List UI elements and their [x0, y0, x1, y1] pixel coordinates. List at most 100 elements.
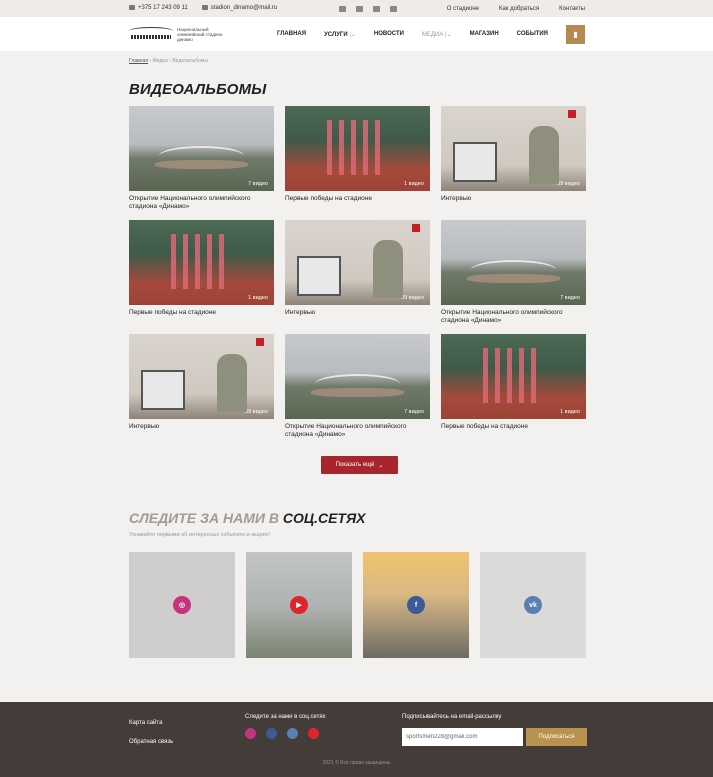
main-nav: ГЛАВНАЯ УСЛУГИ |⌄ НОВОСТИ МЕДИА |⌄ МАГАЗ…: [277, 31, 548, 38]
logo-text: Национальный олимпийский стадион динамо: [177, 26, 223, 42]
social-section-title: СЛЕДИТЕ ЗА НАМИ В СОЦ.СЕТЯХ: [129, 510, 366, 526]
instagram-icon: ◎: [173, 596, 191, 614]
header: Национальный олимпийский стадион динамо …: [0, 17, 713, 51]
newsletter-label: Подписывайтесь на email-рассылку: [402, 714, 502, 720]
nav-services-label: УСЛУГИ: [324, 31, 348, 38]
breadcrumb: Главная › Медиа › Видеоальбомы: [0, 51, 713, 64]
youtube-icon: ▶: [290, 596, 308, 614]
newsletter-email-input[interactable]: [402, 728, 523, 746]
youtube-icon[interactable]: [308, 728, 319, 739]
nav-home[interactable]: ГЛАВНАЯ: [277, 31, 306, 37]
video-count: 1 видео: [248, 295, 268, 301]
mail-icon: [201, 5, 208, 11]
social-title-part-a: СЛЕДИТЕ ЗА НАМИ В: [129, 510, 279, 526]
footer-social: Следите за нами в соц.сетях: [245, 714, 326, 739]
chevron-down-icon: |⌄: [444, 31, 452, 38]
album-thumbnail[interactable]: 7 видео: [285, 334, 430, 419]
subscribe-button[interactable]: Подписаться: [526, 728, 587, 746]
album-title[interactable]: Первые победы на стадионе: [129, 309, 274, 317]
album-card[interactable]: 1 видео Первые победы на стадионе: [441, 334, 586, 448]
album-thumbnail[interactable]: 7 видео: [129, 106, 274, 191]
album-thumbnail[interactable]: 1 видео: [129, 220, 274, 305]
facebook-card[interactable]: f: [363, 552, 469, 658]
show-more-button[interactable]: Показать ещё ⌄: [321, 456, 398, 474]
phone-text: +375 17 243 09 11: [138, 5, 188, 12]
nav-media-label: МЕДИА: [421, 31, 444, 38]
email-text: stadion_dinamo@mail.ru: [210, 5, 278, 12]
link-directions[interactable]: Как добраться: [499, 6, 539, 12]
video-count: 1 видео: [404, 181, 424, 187]
album-card[interactable]: 7 видео Открытие Национального олимпийско…: [285, 334, 430, 448]
breadcrumb-home[interactable]: Главная: [129, 58, 148, 64]
bag-icon: ▮: [573, 29, 578, 39]
album-thumbnail[interactable]: 1 видео: [285, 106, 430, 191]
footer-feedback-link[interactable]: Обратная связь: [129, 733, 173, 752]
album-title[interactable]: Первые победы на стадионе: [441, 423, 586, 431]
footer: Карта сайта Обратная связь Следите за на…: [0, 702, 713, 777]
album-thumbnail[interactable]: 39 видео: [441, 106, 586, 191]
bookmark-icon: [256, 338, 264, 346]
album-thumbnail[interactable]: 39 видео: [285, 220, 430, 305]
footer-sitemap-link[interactable]: Карта сайта: [129, 714, 173, 733]
logo[interactable]: Национальный олимпийский стадион динамо: [129, 27, 237, 42]
album-card[interactable]: 1 видео Первые победы на стадионе: [285, 106, 430, 220]
social-cards: ◎ ▶ f vk: [129, 552, 586, 658]
facebook-icon: f: [407, 596, 425, 614]
video-count: 1 видео: [560, 409, 580, 415]
vk-icon: vk: [524, 596, 542, 614]
bookmark-icon: [412, 224, 420, 232]
album-title[interactable]: Открытие Национального олимпийского стад…: [441, 309, 586, 325]
album-card[interactable]: 39 видео Интервью: [129, 334, 274, 448]
album-card[interactable]: 7 видео Открытие Национального олимпийско…: [441, 220, 586, 334]
vk-icon[interactable]: [373, 5, 381, 12]
album-title[interactable]: Интервью: [441, 195, 586, 203]
video-count: 7 видео: [560, 295, 580, 301]
instagram-card[interactable]: ◎: [129, 552, 235, 658]
album-title[interactable]: Открытие Национального олимпийского стад…: [129, 195, 274, 211]
album-card[interactable]: 7 видео Открытие Национального олимпийско…: [129, 106, 274, 220]
nav-shop[interactable]: МАГАЗИН: [470, 31, 499, 37]
bookmark-icon: [568, 110, 576, 118]
nav-events[interactable]: СОБЫТИЯ: [517, 31, 548, 37]
album-thumbnail[interactable]: 1 видео: [441, 334, 586, 419]
link-contacts[interactable]: Контакты: [559, 6, 585, 12]
page-title: ВИДЕОАЛЬБОМЫ: [129, 81, 267, 98]
phone-link[interactable]: +375 17 243 09 11: [129, 5, 188, 12]
instagram-icon[interactable]: [339, 5, 347, 12]
album-grid: 7 видео Открытие Национального олимпийско…: [129, 106, 586, 448]
email-link[interactable]: stadion_dinamo@mail.ru: [201, 5, 278, 12]
link-about[interactable]: О стадионе: [447, 6, 479, 12]
show-more-label: Показать ещё: [335, 462, 375, 468]
footer-links: Карта сайта Обратная связь: [129, 714, 173, 752]
album-card[interactable]: 39 видео Интервью: [285, 220, 430, 334]
video-count: 39 видео: [401, 295, 424, 301]
youtube-icon[interactable]: [390, 5, 398, 12]
video-count: 39 видео: [557, 181, 580, 187]
footer-newsletter: Подписывайтесь на email-рассылку Подписа…: [402, 714, 587, 746]
facebook-icon[interactable]: [266, 728, 277, 739]
album-thumbnail[interactable]: 39 видео: [129, 334, 274, 419]
album-title[interactable]: Открытие Национального олимпийского стад…: [285, 423, 430, 439]
album-thumbnail[interactable]: 7 видео: [441, 220, 586, 305]
breadcrumb-media[interactable]: Медиа: [152, 58, 167, 64]
copyright: 2021 © Все права защищены: [322, 760, 391, 766]
vk-icon[interactable]: [287, 728, 298, 739]
album-card[interactable]: 39 видео Интервью: [441, 106, 586, 220]
nav-media[interactable]: МЕДИА |⌄: [422, 31, 452, 38]
cart-button[interactable]: ▮: [566, 24, 585, 44]
album-card[interactable]: 1 видео Первые победы на стадионе: [129, 220, 274, 334]
nav-news[interactable]: НОВОСТИ: [374, 31, 404, 37]
chevron-down-icon: |⌄: [349, 31, 356, 38]
instagram-icon[interactable]: [245, 728, 256, 739]
album-title[interactable]: Интервью: [129, 423, 274, 431]
nav-services[interactable]: УСЛУГИ |⌄: [324, 31, 356, 38]
video-count: 7 видео: [404, 409, 424, 415]
chevron-down-icon: ⌄: [378, 462, 384, 469]
vk-card[interactable]: vk: [480, 552, 586, 658]
facebook-icon[interactable]: [356, 5, 364, 12]
social-subtitle: Узнавайте первыми об интересных событиях…: [129, 532, 271, 538]
video-count: 7 видео: [248, 181, 268, 187]
album-title[interactable]: Первые победы на стадионе: [285, 195, 430, 203]
album-title[interactable]: Интервью: [285, 309, 430, 317]
youtube-card[interactable]: ▶: [246, 552, 352, 658]
